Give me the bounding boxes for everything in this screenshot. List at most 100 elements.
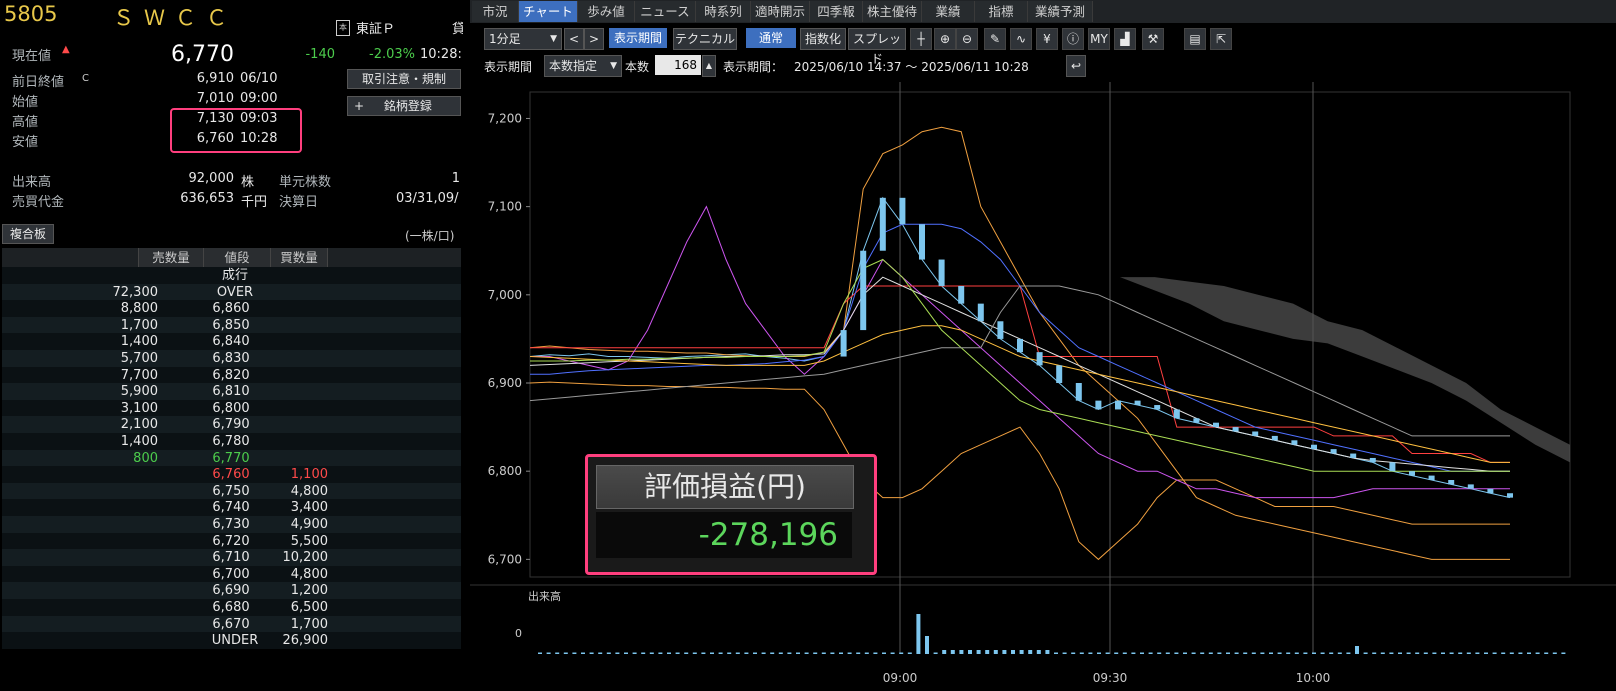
order-book-row[interactable]: 6,730 4,900 — [2, 516, 461, 533]
order-book-row[interactable]: 800 6,770 — [2, 449, 461, 467]
candle — [1311, 444, 1317, 450]
volume-bar — [1028, 650, 1033, 654]
order-book-row[interactable]: 6,690 1,200 — [2, 582, 461, 600]
open-label: 始値 — [12, 95, 39, 110]
yen-icon[interactable]: ¥ — [1036, 28, 1058, 50]
prev-close-flag: C — [82, 73, 89, 84]
count-input[interactable]: 168 — [655, 55, 701, 75]
tab-9[interactable]: 指標 — [975, 1, 1028, 22]
volume-bar — [563, 652, 568, 654]
interval-select[interactable]: 1分足 ▼ — [484, 28, 562, 50]
wave-icon[interactable]: ∿ — [1010, 28, 1032, 50]
buy-qty: 10,200 — [282, 550, 329, 566]
my-icon[interactable]: MY — [1088, 28, 1110, 50]
tab-5[interactable]: 適時開示 — [751, 1, 810, 22]
add-watchlist-button[interactable]: + 銘柄登録 — [347, 96, 461, 116]
pen-icon[interactable]: ✎ — [984, 28, 1006, 50]
normal-mode-button[interactable]: 通常 — [746, 28, 796, 48]
price-chart[interactable]: 7,200 7,100 7,000 6,900 6,800 6,700 09:00 09:30… — [470, 82, 1616, 691]
order-book-row[interactable]: 6,740 3,400 — [2, 499, 461, 517]
tab-7[interactable]: 株主優待 — [863, 1, 922, 22]
volume-bar — [1466, 652, 1471, 654]
candle — [879, 197, 886, 251]
count-label: 本数 — [625, 60, 650, 74]
order-book-row[interactable]: UNDER 26,900 — [2, 632, 461, 650]
volume-bar — [538, 652, 542, 654]
order-book-row[interactable]: 6,700 4,800 — [2, 565, 461, 583]
volume-bar — [1423, 652, 1428, 654]
order-book-row[interactable]: 2,100 6,790 — [2, 416, 461, 434]
volume-bar — [1054, 652, 1058, 654]
volume-bar — [942, 650, 947, 654]
order-book-row[interactable]: 成行 — [2, 267, 461, 284]
tab-3[interactable]: ニュース — [635, 1, 696, 22]
zoom-in-icon[interactable]: ⊕ — [934, 28, 956, 50]
crosshair-icon[interactable]: ┼ — [910, 28, 932, 50]
volume-bar — [1535, 652, 1540, 654]
order-book-row[interactable]: 7,700 6,820 — [2, 366, 461, 384]
volume-icon[interactable]: ▟ — [1114, 28, 1136, 50]
trade-notice-button[interactable]: 取引注意・規制 — [347, 69, 461, 89]
index-mode-button[interactable]: 指数化 — [800, 28, 846, 50]
price: 6,830 — [212, 351, 250, 366]
tab-6[interactable]: 四季報 — [810, 1, 863, 22]
volume-bar — [624, 652, 628, 654]
reset-range-button[interactable]: ↩ — [1066, 55, 1086, 77]
order-book-row[interactable]: 1,700 6,850 — [2, 316, 461, 334]
order-book-row[interactable]: 3,100 6,800 — [2, 399, 461, 417]
export-icon[interactable]: ⇱ — [1210, 28, 1232, 50]
buy-qty: 26,900 — [282, 633, 329, 649]
volume-bar — [985, 650, 990, 654]
zoom-out-icon[interactable]: ⊖ — [956, 28, 978, 50]
order-book-row[interactable]: 6,750 4,800 — [2, 482, 461, 500]
prev-period-button[interactable]: < — [564, 28, 584, 50]
price: 成行 — [221, 268, 248, 283]
volume-bar — [778, 652, 783, 654]
volume-bar — [1062, 652, 1067, 654]
tab-10[interactable]: 業績予測 — [1028, 1, 1093, 22]
order-book-row[interactable]: 1,400 6,780 — [2, 433, 461, 450]
price: 6,670 — [212, 616, 250, 632]
technical-button[interactable]: テクニカル — [673, 28, 737, 50]
print-icon[interactable]: ▤ — [1184, 28, 1206, 50]
info-icon[interactable]: ⓘ — [1062, 28, 1084, 50]
period-mode-select[interactable]: 本数指定 ▼ — [544, 55, 622, 77]
volume-bar — [1363, 652, 1368, 654]
order-book-row[interactable]: 5,700 6,830 — [2, 350, 461, 367]
order-book-row[interactable]: 8,800 6,860 — [2, 300, 461, 318]
tab-4[interactable]: 時系列 — [696, 1, 751, 22]
order-book-row[interactable]: 6,670 1,700 — [2, 615, 461, 633]
sell-qty: 5,700 — [120, 351, 158, 366]
high-label: 高値 — [12, 115, 39, 130]
candle — [1213, 422, 1219, 428]
order-book-row[interactable]: 6,720 5,500 — [2, 532, 461, 550]
low-value: 6,760 — [196, 131, 234, 146]
order-book-row[interactable]: 6,680 6,500 — [2, 599, 461, 616]
wrench-icon[interactable]: ⚒ — [1142, 28, 1164, 50]
candle — [1252, 431, 1259, 436]
order-book-row[interactable]: 6,760 1,100 — [2, 466, 461, 484]
tab-1[interactable]: チャート — [519, 1, 578, 22]
volume-bar — [675, 652, 680, 654]
tab-order-board[interactable]: 複合板 — [2, 224, 54, 244]
volume-bar — [641, 652, 646, 654]
candle — [1154, 405, 1161, 410]
period-mode-value: 本数指定 — [549, 59, 598, 73]
order-book-row[interactable]: 72,300 OVER — [2, 283, 461, 301]
tab-2[interactable]: 歩み値 — [578, 1, 635, 22]
tab-0[interactable]: 市況 — [472, 1, 519, 22]
volume-bar — [735, 652, 740, 654]
spread-mode-button[interactable]: スプレッド — [848, 28, 906, 66]
order-book-row[interactable]: 6,710 10,200 — [2, 549, 461, 567]
current-time: 10:28: — [420, 47, 462, 62]
volume-unit: 株 — [241, 175, 255, 190]
next-period-button[interactable]: > — [584, 28, 604, 50]
order-book-row[interactable]: 1,400 6,840 — [2, 333, 461, 351]
tab-8[interactable]: 業績 — [922, 1, 975, 22]
buy-qty: 1,100 — [290, 467, 328, 483]
order-book-row[interactable]: 5,900 6,810 — [2, 383, 461, 401]
volume-bar — [572, 652, 577, 654]
volume-bar — [1088, 652, 1093, 654]
count-stepper[interactable]: ▲ — [702, 55, 716, 77]
period-button[interactable]: 表示期間 — [609, 28, 667, 48]
